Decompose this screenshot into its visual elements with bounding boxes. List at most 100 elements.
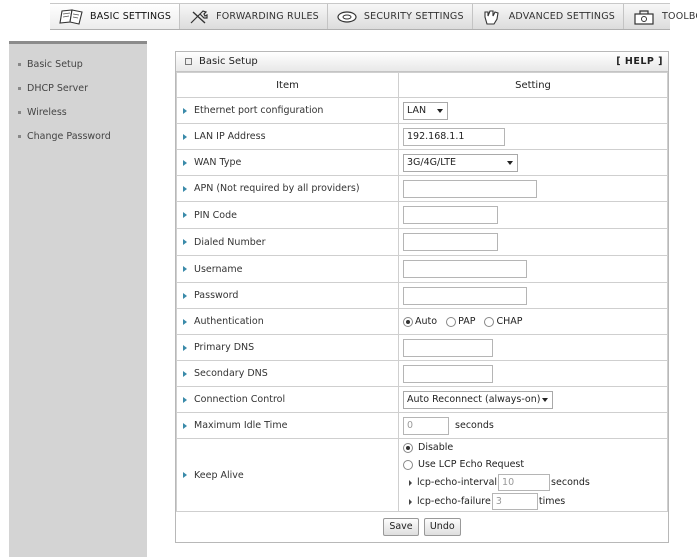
max-idle-label: Maximum Idle Time <box>194 420 288 431</box>
dialed-number-label: Dialed Number <box>194 236 266 248</box>
ethernet-port-select[interactable]: LAN <box>403 101 448 120</box>
table-row: WAN Type 3G/4G/LTE <box>176 149 668 176</box>
tab-basic-settings[interactable]: BASIC SETTINGS <box>50 4 181 29</box>
auth-pap-radio[interactable] <box>446 316 457 327</box>
arrow-icon <box>183 159 187 166</box>
lcp-interval-input[interactable]: 10 <box>498 474 551 491</box>
arrow-icon <box>183 292 187 299</box>
tab-security-settings[interactable]: SECURITY SETTINGS <box>328 4 473 29</box>
top-navigation: BASIC SETTINGS FORWARDING RULES SECURITY… <box>0 0 697 31</box>
lcp-failure-unit: times <box>538 496 566 507</box>
arrow-icon <box>183 370 187 377</box>
tab-forwarding-rules[interactable]: FORWARDING RULES <box>180 4 328 29</box>
sidebar-item-label: DHCP Server <box>27 82 88 94</box>
lan-ip-input[interactable]: 192.168.1.1 <box>403 127 505 146</box>
lcp-failure-input[interactable]: 3 <box>491 493 538 510</box>
sidebar-item-label: Basic Setup <box>27 58 83 70</box>
arrow-icon <box>183 239 187 245</box>
dialed-number-input[interactable] <box>403 233 498 251</box>
bullet-icon <box>18 86 21 90</box>
arrow-icon <box>183 396 187 403</box>
apn-input[interactable] <box>403 179 537 198</box>
table-row: Connection Control Auto Reconnect (alway… <box>176 386 668 413</box>
table-row: PIN Code <box>176 201 668 229</box>
password-input[interactable] <box>403 286 527 305</box>
bullet-icon <box>18 134 21 138</box>
pin-code-label: PIN Code <box>194 209 237 221</box>
table-row: Username <box>176 255 668 283</box>
pin-code-input[interactable] <box>403 206 498 224</box>
table-row: Authentication Auto PAP CHAP <box>176 308 668 335</box>
secondary-dns-label: Secondary DNS <box>194 368 268 379</box>
tab-toolbox[interactable]: TOOLBOX <box>624 4 697 29</box>
authentication-label: Authentication <box>194 316 264 327</box>
bullet-icon <box>18 62 21 66</box>
tab-label: ADVANCED SETTINGS <box>508 11 616 22</box>
help-link[interactable]: [ HELP ] <box>616 56 663 67</box>
auth-auto-radio[interactable] <box>403 316 413 327</box>
apn-label: APN (Not required by all providers) <box>194 183 360 194</box>
table-row: Password <box>176 282 668 309</box>
bullet-icon <box>18 110 21 114</box>
connection-control-label: Connection Control <box>194 394 286 405</box>
table-row: APN (Not required by all providers) <box>176 175 668 202</box>
button-row: Save Undo <box>177 512 668 542</box>
secondary-dns-input[interactable] <box>403 364 493 383</box>
username-input[interactable] <box>403 260 527 278</box>
table-row: Secondary DNS <box>176 360 668 387</box>
square-icon <box>185 58 192 65</box>
arrow-icon <box>183 185 187 192</box>
arrow-icon <box>183 212 187 218</box>
column-header-item: Item <box>176 72 399 98</box>
arrow-icon <box>183 107 187 114</box>
arrow-icon <box>183 318 187 325</box>
sidebar-item-change-password[interactable]: Change Password <box>9 124 147 148</box>
chevron-down-icon <box>437 108 443 113</box>
sidebar-item-basic-setup[interactable]: Basic Setup <box>9 52 147 76</box>
settings-table: Item Setting Ethernet port configuration… <box>176 72 668 542</box>
save-button[interactable]: Save <box>383 517 419 536</box>
lcp-interval-label: lcp-echo-interval <box>417 477 498 488</box>
tab-label: FORWARDING RULES <box>216 11 319 22</box>
arrow-icon <box>409 498 412 505</box>
keep-alive-disable-label: Disable <box>418 442 454 453</box>
sidebar-item-wireless[interactable]: Wireless <box>9 100 147 124</box>
password-label: Password <box>194 290 239 301</box>
toolbox-icon <box>634 9 654 25</box>
arrow-icon <box>183 344 187 351</box>
lan-ip-label: LAN IP Address <box>194 131 266 142</box>
panel-header: Basic Setup [ HELP ] <box>176 52 668 72</box>
tab-advanced-settings[interactable]: ADVANCED SETTINGS <box>473 4 625 29</box>
sidebar-item-label: Change Password <box>27 130 111 142</box>
auth-chap-radio[interactable] <box>484 316 495 327</box>
arrow-icon <box>183 133 187 140</box>
table-row: Maximum Idle Time 0 seconds <box>176 412 668 439</box>
chevron-down-icon <box>542 397 548 402</box>
notebook-icon <box>59 8 83 25</box>
arrow-icon <box>183 422 187 429</box>
connection-control-select[interactable]: Auto Reconnect (always-on) <box>403 390 553 409</box>
keep-alive-lcp-radio[interactable] <box>403 459 413 470</box>
lcp-interval-unit: seconds <box>551 477 590 488</box>
wan-type-label: WAN Type <box>194 157 242 168</box>
lcp-failure-label: lcp-echo-failure <box>417 496 491 507</box>
sidebar-item-label: Wireless <box>27 106 67 118</box>
primary-dns-input[interactable] <box>403 338 493 357</box>
table-row: LAN IP Address 192.168.1.1 <box>176 123 668 150</box>
tab-label: BASIC SETTINGS <box>90 11 172 22</box>
table-row: Dialed Number <box>176 228 668 256</box>
undo-button[interactable]: Undo <box>423 517 461 536</box>
sidebar-item-dhcp-server[interactable]: DHCP Server <box>9 76 147 100</box>
sidebar: Basic Setup DHCP Server Wireless Change … <box>9 41 147 557</box>
keep-alive-disable-radio[interactable] <box>403 442 413 453</box>
max-idle-unit: seconds <box>455 420 494 431</box>
max-idle-input[interactable]: 0 <box>403 416 449 435</box>
auth-chap-label: CHAP <box>496 316 523 327</box>
hand-icon <box>484 9 499 25</box>
wan-type-select[interactable]: 3G/4G/LTE <box>403 153 518 172</box>
auth-auto-label: Auto <box>415 316 438 327</box>
arrow-icon <box>409 479 412 486</box>
primary-dns-label: Primary DNS <box>194 342 255 353</box>
column-header-setting: Setting <box>398 72 668 98</box>
keep-alive-lcp-label: Use LCP Echo Request <box>418 459 525 470</box>
